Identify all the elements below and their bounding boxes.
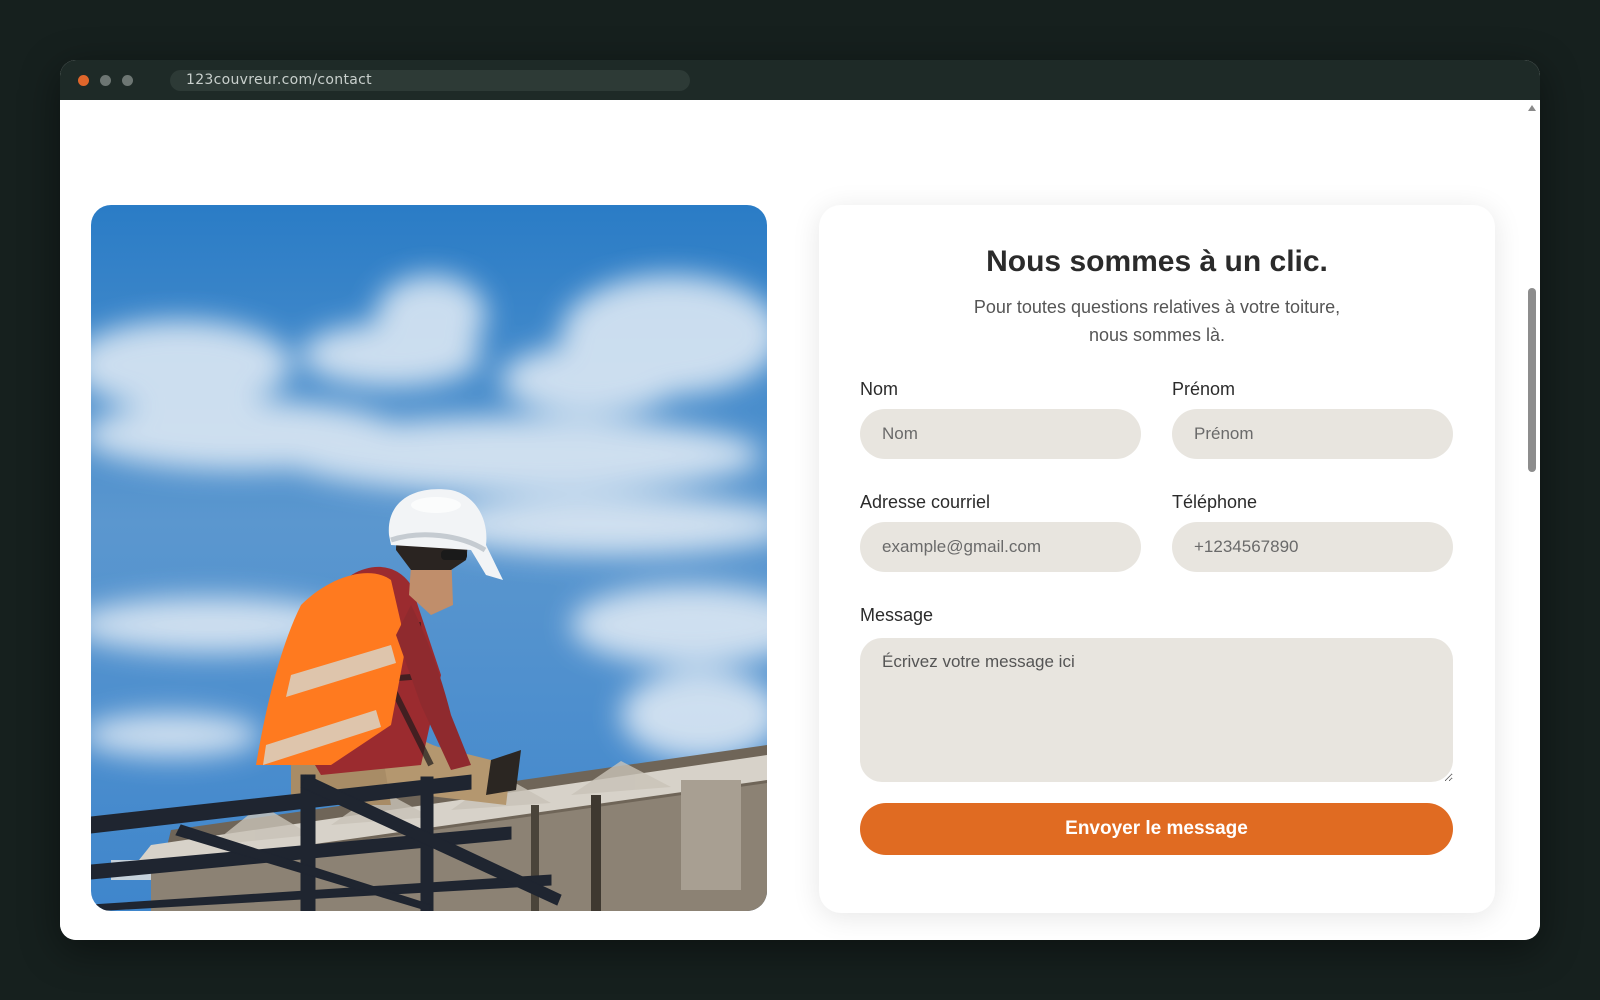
hero-photo bbox=[91, 205, 767, 911]
email-input[interactable] bbox=[860, 522, 1141, 572]
prenom-input[interactable] bbox=[1172, 409, 1453, 459]
address-bar[interactable]: 123couvreur.com/contact bbox=[170, 70, 690, 91]
nom-input[interactable] bbox=[860, 409, 1141, 459]
minimize-window-button[interactable] bbox=[100, 75, 111, 86]
message-label: Message bbox=[860, 605, 934, 625]
email-label: Adresse courriel bbox=[860, 492, 991, 512]
contact-title: Nous sommes à un clic. bbox=[986, 245, 1328, 278]
telephone-input[interactable] bbox=[1172, 522, 1453, 572]
contact-subtitle: Pour toutes questions relatives à votre … bbox=[919, 293, 1395, 349]
page-viewport: Nous sommes à un clic. Pour toutes quest… bbox=[60, 100, 1540, 940]
message-textarea[interactable] bbox=[860, 638, 1453, 782]
contact-card: Nous sommes à un clic. Pour toutes quest… bbox=[819, 205, 1495, 913]
scrollbar-thumb[interactable] bbox=[1528, 288, 1536, 472]
telephone-label: Téléphone bbox=[1172, 492, 1258, 512]
vertical-scrollbar[interactable] bbox=[1524, 100, 1540, 940]
browser-titlebar: 123couvreur.com/contact bbox=[60, 60, 1540, 100]
scroll-up-arrow-icon[interactable] bbox=[1528, 105, 1536, 111]
nom-label: Nom bbox=[860, 379, 899, 399]
browser-window: 123couvreur.com/contact Nous sommes à un… bbox=[60, 60, 1540, 940]
send-message-button[interactable]: Envoyer le message bbox=[860, 803, 1453, 855]
close-window-button[interactable] bbox=[78, 75, 89, 86]
maximize-window-button[interactable] bbox=[122, 75, 133, 86]
contact-subtitle-line1: Pour toutes questions relatives à votre … bbox=[973, 297, 1341, 317]
prenom-label: Prénom bbox=[1172, 379, 1236, 399]
contact-subtitle-line2: nous sommes là. bbox=[1088, 325, 1226, 345]
